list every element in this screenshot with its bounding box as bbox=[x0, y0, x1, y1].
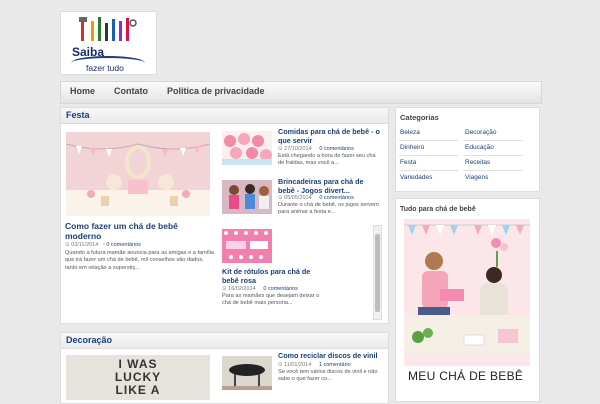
comments-link[interactable]: 1 comentário bbox=[319, 362, 351, 368]
featured-image[interactable]: I WAS LUCKY LIKE A bbox=[66, 355, 210, 400]
ad-banner[interactable]: MEU CHÁ DE BEBÊ bbox=[404, 219, 530, 387]
featured-title[interactable]: Como fazer um chá de bebê moderno bbox=[65, 221, 215, 241]
category-link[interactable]: Viagens bbox=[465, 174, 488, 181]
clock-icon: ⊙ bbox=[278, 195, 283, 201]
category-link[interactable]: Variedades bbox=[400, 174, 432, 181]
ad-caption-bar: MEU CHÁ DE BEBÊ bbox=[404, 366, 530, 387]
item-excerpt: Está chegando a hora de fazer seu chá de… bbox=[278, 153, 376, 167]
item-meta: ⊙ 16/02/2014 0 comentários bbox=[222, 286, 298, 292]
nav-home[interactable]: Home bbox=[70, 86, 95, 96]
item-thumbnail[interactable] bbox=[222, 356, 272, 390]
item-title[interactable]: Como reciclar discos de vinil bbox=[278, 351, 380, 361]
nav-politica[interactable]: Politica de privacidade bbox=[167, 86, 265, 96]
divider bbox=[463, 155, 523, 156]
comments-link[interactable]: 0 comentários bbox=[106, 242, 141, 248]
nav-contato[interactable]: Contato bbox=[114, 86, 148, 96]
site-logo[interactable]: Saiba fazer tudo bbox=[60, 11, 157, 75]
scrollbar-thumb[interactable] bbox=[375, 234, 380, 312]
women-game-image bbox=[222, 180, 272, 214]
section-title: Festa bbox=[66, 110, 90, 120]
featured-meta: ⊙ 03/11/2014 ▫ 0 comentários bbox=[65, 242, 141, 248]
category-link[interactable]: Beleza bbox=[400, 129, 420, 136]
item-meta: ⊙ 05/05/2014 0 comentários bbox=[278, 195, 354, 201]
baby-shower-photo bbox=[404, 219, 530, 387]
divider bbox=[399, 155, 459, 156]
item-title[interactable]: Comidas para chá de bebê - o que servir bbox=[278, 127, 380, 145]
decor-sign-text: I WAS LUCKY LIKE A bbox=[114, 357, 162, 397]
section-title: Decoração bbox=[66, 335, 113, 345]
post-date: 03/11/2014 bbox=[71, 242, 99, 248]
party-decor-image bbox=[66, 132, 210, 216]
festa-header: Festa bbox=[61, 108, 388, 124]
clock-icon: ⊙ bbox=[278, 362, 283, 368]
category-link[interactable]: Dinheiro bbox=[400, 144, 424, 151]
post-date: 05/05/2014 bbox=[284, 195, 312, 201]
comments-link[interactable]: 0 comentários bbox=[319, 146, 354, 152]
ad-title: Tudo para chá de bebê bbox=[400, 206, 476, 213]
category-link[interactable]: Festa bbox=[400, 159, 416, 166]
comments-link[interactable]: 0 comentários bbox=[319, 195, 354, 201]
item-thumbnail[interactable] bbox=[222, 180, 272, 214]
comment-icon: ▫ bbox=[102, 242, 105, 248]
clock-icon: ⊙ bbox=[65, 242, 70, 248]
post-date: 11/01/2014 bbox=[284, 362, 312, 368]
divider bbox=[399, 170, 459, 171]
category-link[interactable]: Educação bbox=[465, 144, 494, 151]
clock-icon: ⊙ bbox=[278, 146, 283, 152]
festa-list-scrollbar[interactable] bbox=[373, 225, 382, 320]
item-thumbnail[interactable] bbox=[222, 229, 272, 263]
logo-text: Saiba bbox=[72, 45, 105, 59]
tools-icon bbox=[79, 17, 137, 41]
featured-image[interactable] bbox=[66, 132, 210, 216]
comments-link[interactable]: 0 comentários bbox=[263, 286, 298, 292]
item-meta: ⊙ 27/10/2014 0 comentários bbox=[278, 146, 354, 152]
post-date: 16/02/2014 bbox=[228, 286, 256, 292]
category-link[interactable]: Receitas bbox=[465, 159, 490, 166]
item-title[interactable]: Kit de rótulos para chá de bebê rosa bbox=[222, 267, 324, 285]
item-excerpt: Se você tem vários discos de vinil e não… bbox=[278, 369, 378, 383]
labels-kit-image bbox=[222, 229, 272, 263]
ad-caption: MEU CHÁ DE BEBÊ bbox=[408, 369, 524, 383]
decoracao-header: Decoração bbox=[61, 333, 388, 349]
divider bbox=[463, 170, 523, 171]
clock-icon: ⊙ bbox=[222, 286, 227, 292]
vinyl-table-image bbox=[222, 356, 272, 390]
item-excerpt: Para as mamães que desejam deixar o chá … bbox=[222, 293, 320, 307]
featured-excerpt: Quando a futura mamãe anuncia para as am… bbox=[65, 250, 214, 271]
categories-title: Categorias bbox=[400, 113, 439, 122]
post-date: 27/10/2014 bbox=[284, 146, 312, 152]
item-excerpt: Durante o chá de bebê, os jogos servem p… bbox=[278, 202, 379, 216]
category-link[interactable]: Decoração bbox=[465, 129, 496, 136]
item-meta: ⊙ 11/01/2014 1 comentário bbox=[278, 362, 351, 368]
item-thumbnail[interactable] bbox=[222, 131, 272, 165]
divider bbox=[399, 140, 459, 141]
cupcakes-image bbox=[222, 131, 272, 165]
main-nav: Home Contato Politica de privacidade bbox=[60, 81, 542, 104]
divider bbox=[463, 140, 523, 141]
item-title[interactable]: Brincadeiras para chá de bebê - Jogos di… bbox=[278, 177, 380, 195]
logo-tagline: fazer tudo bbox=[86, 63, 124, 73]
